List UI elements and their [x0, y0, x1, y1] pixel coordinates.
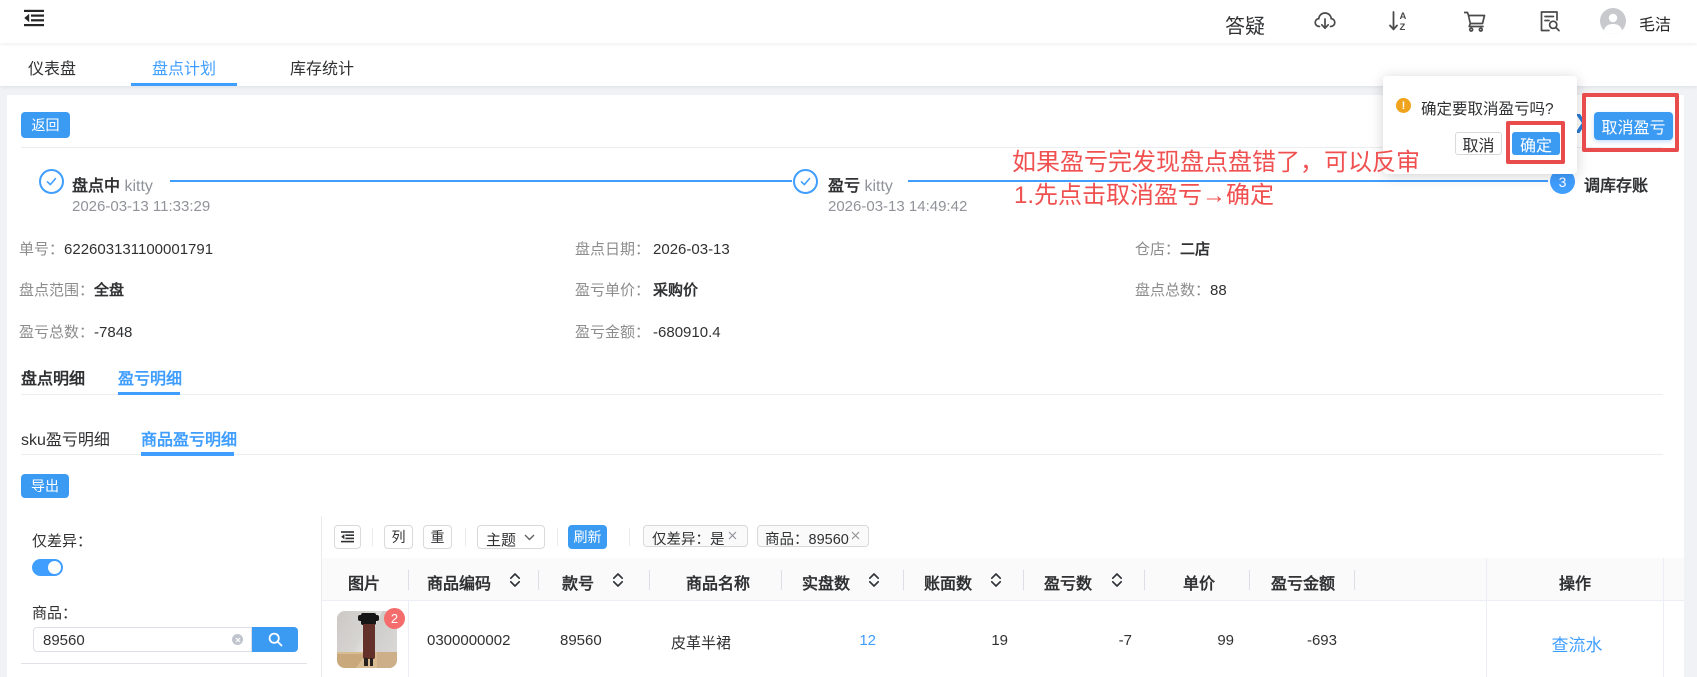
svg-text:Z: Z	[1400, 22, 1406, 32]
svg-text:A: A	[1400, 11, 1407, 22]
